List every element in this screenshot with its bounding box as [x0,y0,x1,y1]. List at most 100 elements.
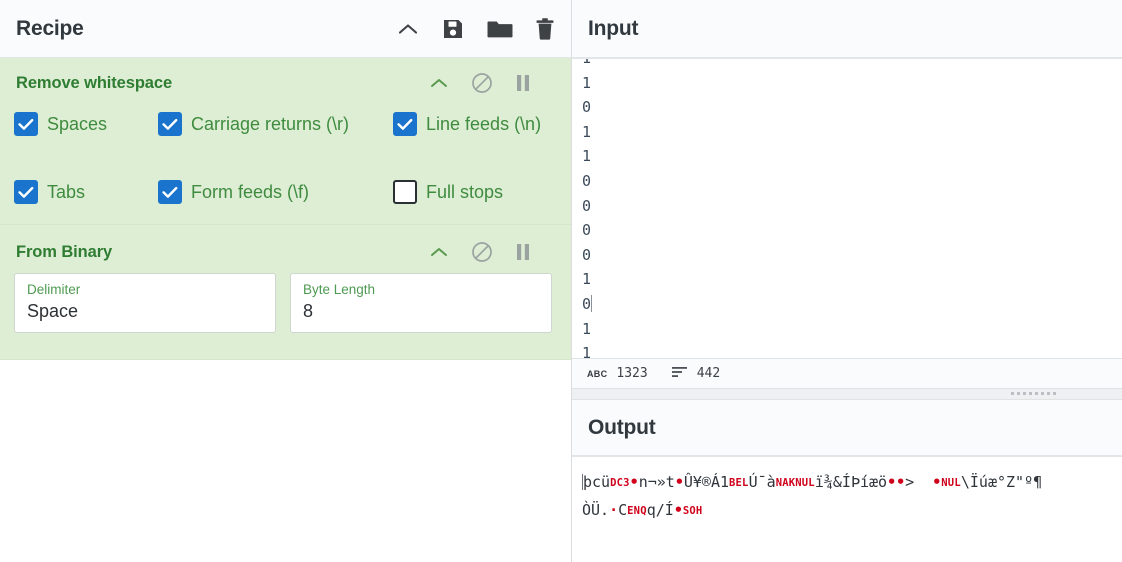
output-text-run: ÒÜ. [582,501,610,519]
recipe-empty-area[interactable] [0,360,571,562]
checkbox-tabs[interactable]: Tabs [14,180,158,204]
folder-icon[interactable] [487,18,513,40]
checkbox-spaces[interactable]: Spaces [14,112,158,136]
drag-handle-icon[interactable] [1011,392,1056,395]
checkbox-label: Full stops [426,181,504,202]
byte-length-field[interactable]: Byte Length 8 [290,273,552,333]
output-text-run: q/Í [646,501,674,519]
cyberchef-app: Recipe Remove whitespace Spaces Carriage… [0,0,1122,562]
nonprintable-dot: • [629,473,639,491]
byte-length-value[interactable]: 8 [303,299,539,323]
input-line: 1 [582,319,592,338]
input-line: 1 [582,58,592,67]
lines-icon [671,365,688,383]
checkbox-carriage-returns[interactable]: Carriage returns (\r) [158,112,393,136]
line-count-group: 442 [671,365,720,383]
nonprintable-dot: • [932,473,942,491]
output-text-content: þcüDC3•n¬»t•Û¥®Á1BELÚ¯àNAKNULï¾&ÍÞíæö••>… [572,469,1122,525]
input-section: Input 1101100001011 ABC 1323 442 [572,0,1122,388]
nonprintable-dot: •• [887,473,906,491]
input-editor[interactable]: 1 1 0 1 1 0 0 0 0 1 0 1 1 [572,58,1122,358]
control-char-token: ENQ [627,505,647,517]
breakpoint-pause-icon[interactable] [515,73,531,93]
disable-icon[interactable] [471,241,493,263]
recipe-pane: Recipe Remove whitespace Spaces Carriage… [0,0,572,562]
byte-length-label: Byte Length [303,282,376,297]
output-text-run: þcü [583,473,611,491]
input-line: 1 [582,147,592,166]
input-line: 1 [582,270,592,289]
operation-header: Remove whitespace [0,58,571,106]
operation-header: From Binary [0,225,571,271]
checkbox-label: Line feeds (\n) [426,113,542,134]
operation-from-binary[interactable]: From Binary Delimiter Space Byte Length … [0,225,571,360]
recipe-title-bar: Recipe [0,0,571,58]
checkbox-label: Spaces [47,113,108,134]
output-text-run: > [905,473,933,491]
control-char-token: DC3 [610,477,630,489]
checkbox-box[interactable] [14,112,38,136]
output-text-run: n¬»t [638,473,675,491]
checkbox-form-feeds[interactable]: Form feeds (\f) [158,180,393,204]
input-line: 0 [582,98,592,117]
output-section: Output þcüDC3•n¬»t•Û¥®Á1BELÚ¯àNAKNULï¾&Í… [572,400,1122,562]
operation-title: From Binary [16,242,113,261]
input-status-bar: ABC 1323 442 [572,358,1122,388]
control-char-token: NUL [795,477,815,489]
input-text-content[interactable]: 1 1 0 1 1 0 0 0 0 1 0 1 1 [572,58,1122,358]
output-line: ÒÜ.·CENQq/Í•SOH [572,497,1122,525]
checkbox-box[interactable] [158,112,182,136]
recipe-title-controls [397,17,555,41]
input-title-bar: Input [572,0,1122,58]
operation-title: Remove whitespace [16,73,173,92]
input-line: 1 [582,344,592,358]
checkbox-box[interactable] [14,180,38,204]
input-line: 0 [582,245,592,264]
save-icon[interactable] [441,17,465,41]
control-char-token: SOH [682,505,703,517]
checkbox-label: Form feeds (\f) [191,181,310,202]
operation-icons [429,241,555,263]
operation-icons [429,72,555,94]
character-count-value: 1323 [616,366,648,381]
checkbox-box[interactable] [393,180,417,204]
checkbox-box[interactable] [158,180,182,204]
checkbox-box[interactable] [393,112,417,136]
input-title: Input [588,16,639,40]
disable-icon[interactable] [471,72,493,94]
recipe-title: Recipe [16,16,84,40]
output-title: Output [588,415,656,439]
input-line: 1 [582,73,592,92]
control-char-token: NAK [775,477,796,489]
argument-row: Delimiter Space Byte Length 8 [14,271,557,333]
chevron-up-icon[interactable] [429,77,449,89]
delimiter-value[interactable]: Space [27,299,263,323]
breakpoint-pause-icon[interactable] [515,242,531,262]
delimiter-field[interactable]: Delimiter Space [14,273,276,333]
nonprintable-dot: • [673,501,683,519]
operation-arguments: Delimiter Space Byte Length 8 [0,271,571,359]
abc-icon: ABC [587,368,608,379]
operation-arguments: Spaces Carriage returns (\r) Line feeds … [0,112,571,224]
control-char-token: NUL [941,477,961,489]
checkbox-full-stops[interactable]: Full stops [393,180,503,204]
delimiter-label: Delimiter [27,282,81,297]
character-count-group: ABC 1323 [587,366,648,381]
operation-remove-whitespace[interactable]: Remove whitespace Spaces Carriage return… [0,58,571,225]
recipe-operation-list[interactable]: Remove whitespace Spaces Carriage return… [0,58,571,360]
chevron-up-icon[interactable] [397,22,419,36]
checkbox-label: Tabs [47,181,86,202]
checkbox-label: Carriage returns (\r) [191,113,350,134]
nonprintable-dot: · [609,501,619,519]
control-char-token: BEL [729,477,749,489]
output-editor[interactable]: þcüDC3•n¬»t•Û¥®Á1BELÚ¯àNAKNULï¾&ÍÞíæö••>… [572,456,1122,562]
io-splitter[interactable] [572,388,1122,400]
output-text-run: ï¾&ÍÞíæö [814,473,888,491]
output-title-bar: Output [572,400,1122,456]
chevron-up-icon[interactable] [429,246,449,258]
trash-icon[interactable] [535,17,555,41]
io-pane: Input 1101100001011 ABC 1323 442 Output … [572,0,1122,562]
output-text-run: C [618,501,628,519]
checkbox-row-2: Tabs Form feeds (\f) Full stops [14,180,557,204]
checkbox-line-feeds[interactable]: Line feeds (\n) [393,112,541,136]
